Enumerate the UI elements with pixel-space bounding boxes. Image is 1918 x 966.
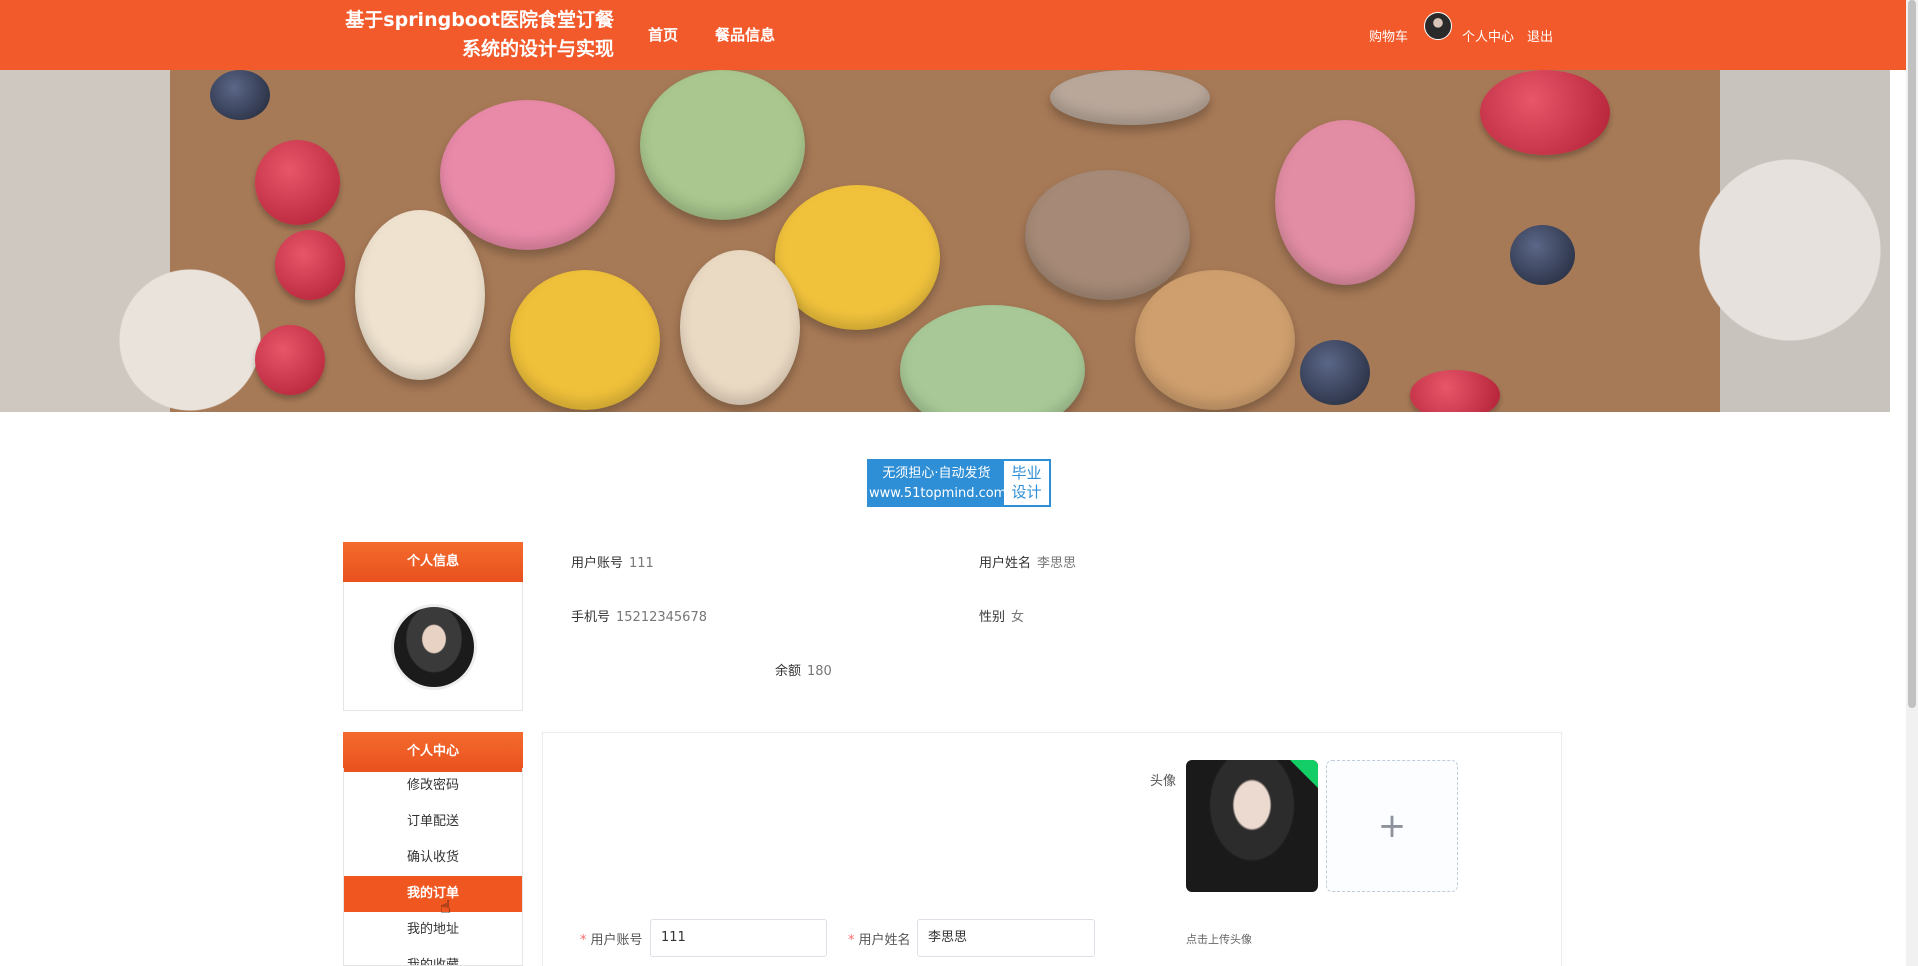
info-balance-value: 180 (807, 664, 832, 679)
avatar-label: 头像 (1150, 774, 1177, 789)
info-phone-value: 15212345678 (616, 610, 707, 625)
macaron-pink (440, 100, 615, 250)
info-account-value: 111 (629, 556, 654, 571)
macaron-brown (1025, 170, 1190, 300)
raspberry (255, 325, 325, 395)
personal-info-box (343, 582, 523, 711)
macaron-tan (1135, 270, 1295, 410)
info-gender-label: 性别 (979, 610, 1006, 625)
macaron-cream-2 (680, 250, 800, 405)
info-name: 用户姓名 李思思 (979, 552, 1076, 571)
top-header: 基于springboot医院食堂订餐系统的设计与实现 首页 餐品信息 购物车 个… (0, 0, 1906, 70)
badge-right1: 毕业 (1011, 464, 1042, 482)
blueberry (210, 70, 270, 120)
user-center-link[interactable]: 个人中心 (1462, 26, 1514, 45)
personal-info-title: 个人信息 (343, 542, 523, 582)
sidebar-item-order-delivery[interactable]: 订单配送 (344, 804, 522, 840)
blueberry (1300, 340, 1370, 405)
info-account-label: 用户账号 (571, 556, 624, 571)
page-scrollbar[interactable] (1906, 0, 1918, 966)
strawberry (1480, 70, 1610, 155)
badge-line2: www.51topmind.com (869, 486, 1007, 501)
form-account-label-text: 用户账号 (590, 933, 643, 948)
blueberry (1510, 225, 1575, 285)
macaron-yellow-2 (510, 270, 660, 410)
hand-cursor-icon: ☝ (440, 897, 451, 918)
macaron-brown-2 (1050, 70, 1210, 125)
form-name-label: * 用户姓名 (848, 933, 911, 948)
user-avatar (391, 604, 477, 690)
personal-center-title: 个人中心 (343, 732, 523, 772)
sidebar-menu: 修改密码 订单配送 确认收货 我的订单 我的地址 我的收藏 (343, 768, 523, 966)
name-input[interactable]: 李思思 (917, 919, 1095, 957)
info-balance-label: 余额 (775, 664, 802, 679)
badge-right2: 设计 (1011, 483, 1042, 501)
logout-link[interactable]: 退出 (1527, 26, 1553, 45)
account-input[interactable]: 111 (650, 919, 827, 957)
raspberry (255, 140, 340, 225)
site-title: 基于springboot医院食堂订餐系统的设计与实现 (345, 9, 614, 60)
upload-success-tag: ✓ (1290, 760, 1318, 789)
badge-left: 无须担心·自动发货 www.51topmind.com (869, 461, 1007, 505)
macaron-green (640, 70, 805, 220)
macaron-green-2 (900, 305, 1085, 412)
info-name-label: 用户姓名 (979, 556, 1032, 571)
sidebar-item-my-address[interactable]: 我的地址 (344, 912, 522, 948)
strawberry (1410, 370, 1500, 412)
plus-icon: + (1377, 806, 1407, 846)
info-account: 用户账号 111 (571, 552, 654, 571)
header-avatar[interactable] (1424, 12, 1452, 40)
watermark-badge: 无须担心·自动发货 www.51topmind.com 毕业 设计 (867, 459, 1051, 507)
info-phone: 手机号 15212345678 (571, 606, 707, 625)
form-name-label-text: 用户姓名 (858, 933, 911, 948)
sidebar-item-my-orders[interactable]: 我的订单 (344, 876, 522, 912)
info-phone-label: 手机号 (571, 610, 611, 625)
sidebar-item-confirm-receipt[interactable]: 确认收货 (344, 840, 522, 876)
upload-add-button[interactable]: + (1326, 760, 1458, 892)
nav-food-info[interactable]: 餐品信息 (715, 24, 775, 45)
sidebar-item-change-password[interactable]: 修改密码 (344, 768, 522, 804)
nav-home[interactable]: 首页 (648, 24, 678, 45)
badge-right: 毕业 设计 (1004, 461, 1049, 505)
form-account-label: * 用户账号 (580, 933, 643, 948)
macaron-pink-2 (1275, 120, 1415, 285)
info-balance: 余额 180 (775, 660, 832, 679)
cart-link[interactable]: 购物车 (1369, 26, 1408, 45)
macaron-cream (355, 210, 485, 380)
banner-carousel[interactable] (0, 70, 1890, 412)
info-name-value: 李思思 (1037, 556, 1077, 571)
page: 基于springboot医院食堂订餐系统的设计与实现 首页 餐品信息 购物车 个… (0, 0, 1918, 966)
info-gender-value: 女 (1011, 610, 1025, 625)
upload-tip: 点击上传头像 (1186, 933, 1252, 946)
macaron-yellow (775, 185, 940, 330)
badge-line1: 无须担心·自动发货 (882, 466, 991, 481)
scroll-thumb[interactable] (1908, 0, 1916, 708)
uploaded-avatar[interactable]: ✓ (1186, 760, 1318, 892)
info-gender: 性别女 (979, 606, 1024, 625)
raspberry (275, 230, 345, 300)
sidebar-item-my-favorites[interactable]: 我的收藏 (344, 948, 522, 965)
